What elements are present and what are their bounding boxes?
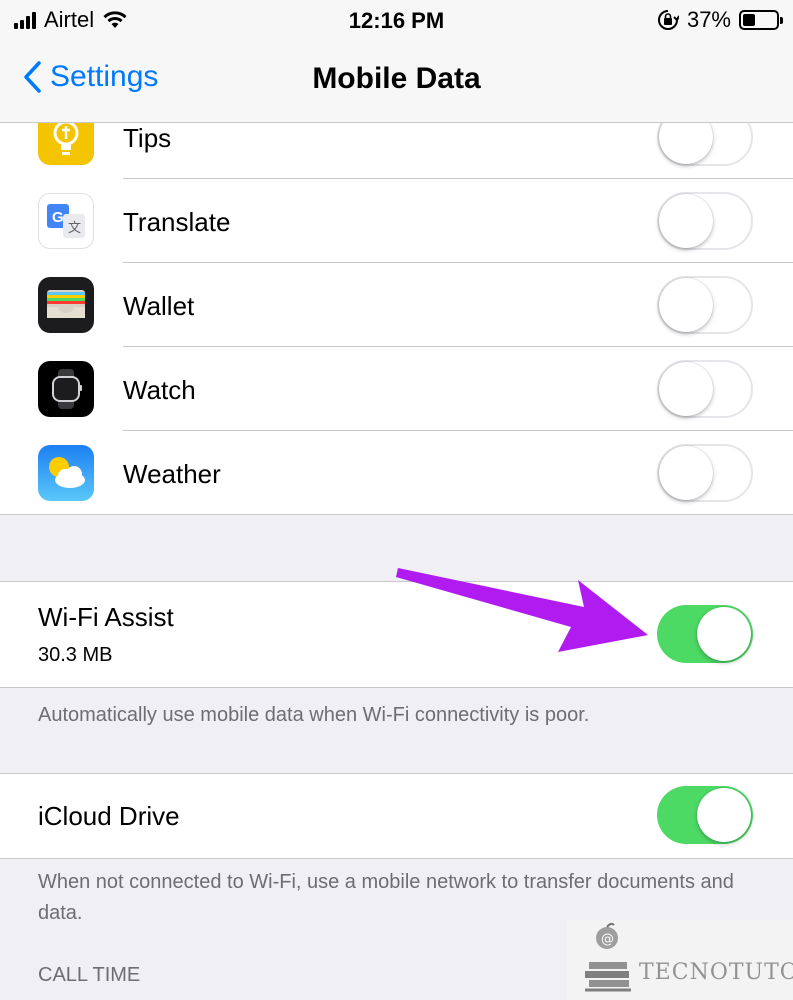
translate-icon: G 文 bbox=[38, 193, 94, 249]
wifi-assist-title: Wi-Fi Assist bbox=[38, 602, 174, 632]
app-label: Weather bbox=[123, 459, 221, 489]
watermark: @ TECNOTUTO bbox=[567, 920, 793, 1000]
toggle-knob bbox=[659, 278, 713, 332]
toggle-knob bbox=[697, 607, 751, 661]
watch-icon bbox=[38, 361, 94, 417]
tips-toggle[interactable] bbox=[657, 123, 753, 166]
battery-level bbox=[743, 14, 755, 26]
page-title: Mobile Data bbox=[312, 62, 481, 95]
icloud-drive-title: iCloud Drive bbox=[38, 801, 180, 831]
app-row-watch: Watch bbox=[0, 347, 793, 431]
wifi-assist-usage: 30.3 MB bbox=[38, 644, 113, 666]
wifi-assist-footer: Automatically use mobile data when Wi-Fi… bbox=[38, 704, 590, 726]
toggle-knob bbox=[659, 194, 713, 248]
app-label: Watch bbox=[123, 375, 196, 405]
toggle-knob bbox=[659, 123, 713, 164]
wallet-toggle[interactable] bbox=[657, 276, 753, 334]
navigation-bar: Settings Mobile Data bbox=[0, 40, 793, 123]
app-label: Tips bbox=[123, 123, 172, 153]
weather-toggle[interactable] bbox=[657, 444, 753, 502]
orientation-lock-icon bbox=[657, 10, 679, 30]
wifi-assist-cell: Wi-Fi Assist 30.3 MB bbox=[0, 581, 793, 688]
icloud-drive-cell: iCloud Drive bbox=[0, 773, 793, 859]
tips-icon bbox=[38, 123, 94, 165]
call-time-header: CALL TIME bbox=[38, 964, 141, 986]
svg-text:文: 文 bbox=[68, 221, 81, 236]
battery-percent: 37% bbox=[686, 7, 731, 32]
icloud-drive-toggle[interactable] bbox=[657, 786, 753, 844]
status-right: 37% bbox=[657, 6, 783, 34]
battery-icon bbox=[739, 10, 783, 30]
app-label: Wallet bbox=[123, 291, 195, 321]
toggle-knob bbox=[659, 362, 713, 416]
weather-icon bbox=[38, 445, 94, 501]
wallet-icon bbox=[38, 277, 94, 333]
tecnotuto-logo-icon: @ bbox=[585, 922, 631, 992]
app-row-weather: Weather bbox=[0, 431, 793, 514]
svg-text:@: @ bbox=[601, 932, 614, 947]
toggle-knob bbox=[697, 788, 751, 842]
svg-text:G: G bbox=[52, 209, 64, 226]
status-bar: Airtel 12:16 PM 37% bbox=[0, 0, 793, 40]
app-label: Translate bbox=[123, 207, 231, 237]
toggle-knob bbox=[659, 446, 713, 500]
wifi-assist-toggle[interactable] bbox=[657, 605, 753, 663]
app-row-translate: G 文 Translate bbox=[0, 179, 793, 263]
watch-toggle[interactable] bbox=[657, 360, 753, 418]
app-list: Tips G 文 Translate Wallet Watch Weather bbox=[0, 123, 793, 515]
watermark-text: TECNOTUTO bbox=[639, 960, 793, 985]
translate-toggle[interactable] bbox=[657, 192, 753, 250]
app-row-wallet: Wallet bbox=[0, 263, 793, 347]
app-row-tips: Tips bbox=[0, 123, 793, 179]
